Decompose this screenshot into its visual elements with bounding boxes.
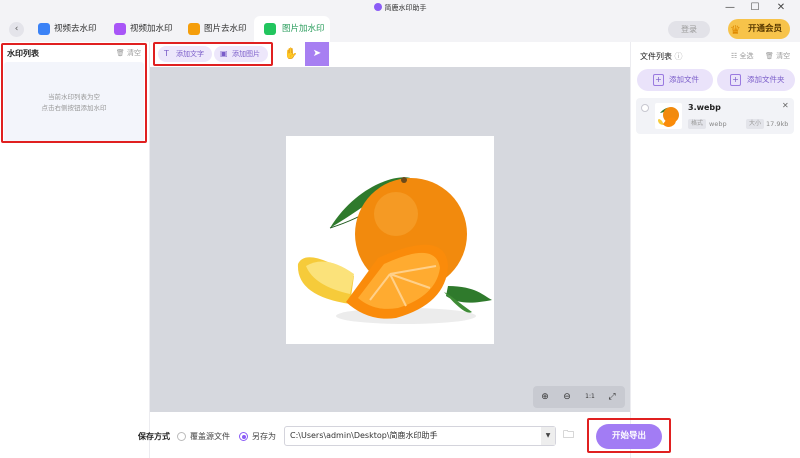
tab-image-add[interactable]: 图片加水印 [254, 16, 330, 42]
app-logo-icon [373, 3, 382, 11]
window-title: 简鹿水印助手 [0, 3, 800, 13]
output-path-value: C:\Users\admin\Desktop\简鹿水印助手 [290, 431, 438, 440]
info-icon: ⓘ [674, 52, 683, 61]
pointer-tool-icon[interactable]: ➤ [305, 42, 329, 66]
size-tag: 大小 [746, 119, 765, 129]
add-folder-button[interactable]: + 添加文件夹 [717, 69, 795, 91]
file-name: 3.webp [688, 103, 721, 112]
tab-video-remove[interactable]: 视频去水印 [38, 16, 104, 42]
overwrite-radio[interactable] [177, 432, 186, 441]
actual-size-icon[interactable]: 1:1 [583, 390, 597, 404]
hand-tool-icon[interactable]: ✋ [284, 44, 298, 64]
vip-button[interactable]: ♛ 开通会员 [728, 19, 790, 39]
tab-label: 图片去水印 [204, 24, 247, 34]
size-value: 17.9kb [766, 120, 789, 128]
trash-icon: 🗑 [765, 52, 774, 60]
output-path-select[interactable]: C:\Users\admin\Desktop\简鹿水印助手 ▼ [284, 426, 556, 446]
tab-bar: ‹ 视频去水印 视频加水印 图片去水印 图片加水印 登录 ♛ 开通会员 [0, 16, 800, 42]
preview-image [286, 136, 494, 344]
save-mode-label: 保存方式 [138, 432, 170, 441]
orange-image [297, 177, 492, 324]
add-file-button[interactable]: + 添加文件 [637, 69, 713, 91]
open-folder-icon[interactable]: 🗀 [563, 428, 579, 442]
close-window-button[interactable]: ✕ [768, 0, 794, 16]
checklist-icon: ☷ [731, 52, 738, 60]
tab-label: 视频去水印 [54, 24, 97, 34]
image-remove-icon [188, 23, 200, 35]
orange-thumbnail [658, 107, 679, 127]
minimize-button[interactable]: — [717, 0, 743, 16]
tab-label: 图片加水印 [282, 24, 325, 34]
video-remove-icon [38, 23, 50, 35]
fit-screen-icon[interactable]: ⤢ [605, 390, 619, 404]
zoom-controls: ⊕ ⊖ 1:1 ⤢ [533, 386, 625, 408]
file-clear-label: 清空 [776, 52, 791, 60]
file-list-title-text: 文件列表 [640, 52, 672, 61]
window-title-text: 简鹿水印助手 [384, 4, 427, 12]
save-as-label[interactable]: 另存为 [252, 431, 276, 442]
file-thumbnail [655, 103, 682, 129]
format-value: webp [709, 120, 727, 128]
preview-canvas[interactable]: ⊕ ⊖ 1:1 ⤢ [150, 67, 630, 412]
overwrite-label[interactable]: 覆盖源文件 [190, 431, 230, 442]
zoom-in-icon[interactable]: ⊕ [538, 390, 552, 404]
file-list-title: 文件列表 ⓘ [640, 51, 683, 62]
title-bar: 简鹿水印助手 — ☐ ✕ [0, 0, 800, 16]
crown-icon: ♛ [730, 23, 741, 37]
tab-image-remove[interactable]: 图片去水印 [188, 16, 254, 42]
image-add-icon [264, 23, 276, 35]
highlight-box-export [587, 418, 671, 453]
add-folder-label: 添加文件夹 [747, 75, 785, 84]
highlight-box-toolbar [153, 42, 273, 66]
file-clear-button[interactable]: 🗑 清空 [765, 51, 790, 61]
maximize-button[interactable]: ☐ [742, 0, 768, 16]
back-button[interactable]: ‹ [9, 22, 24, 37]
login-button[interactable]: 登录 [668, 21, 710, 38]
tab-video-add[interactable]: 视频加水印 [114, 16, 180, 42]
highlight-box-watermark-list [1, 43, 147, 143]
add-folder-icon: + [730, 74, 741, 86]
tab-label: 视频加水印 [130, 24, 173, 34]
zoom-out-icon[interactable]: ⊖ [560, 390, 574, 404]
remove-file-icon[interactable]: ✕ [782, 101, 789, 110]
add-file-icon: + [653, 74, 664, 86]
add-file-label: 添加文件 [669, 75, 699, 84]
video-add-icon [114, 23, 126, 35]
save-as-radio[interactable] [239, 432, 248, 441]
file-list-panel: 文件列表 ⓘ ☷ 全选 🗑 清空 + 添加文件 + 添加文件夹 3.webp ✕… [630, 42, 800, 458]
file-select-radio[interactable] [641, 104, 649, 112]
select-all-button[interactable]: ☷ 全选 [731, 51, 754, 61]
select-all-label: 全选 [739, 52, 754, 60]
vip-label: 开通会员 [748, 24, 783, 34]
format-tag: 格式 [688, 119, 707, 129]
file-item[interactable]: 3.webp ✕ 格式 webp 大小 17.9kb [636, 98, 794, 134]
chevron-down-icon[interactable]: ▼ [541, 427, 555, 445]
